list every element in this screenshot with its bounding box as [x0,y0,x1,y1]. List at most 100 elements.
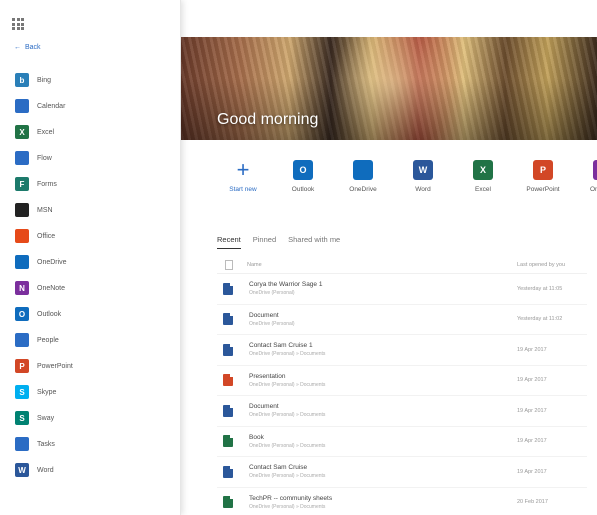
launcher-app-msn[interactable]: MSN [15,197,175,223]
launcher-app-powerpoint[interactable]: P PowerPoint [15,353,175,379]
quick-launch-label: Excel [475,186,491,193]
quick-launch-label: Outlook [291,186,315,193]
word-icon: W [413,160,433,180]
quick-launch-word[interactable]: W Word [393,160,453,193]
document-row[interactable]: Contact Sam Cruise 1 OneDrive (Personal) … [217,335,587,366]
file-type-header-icon [225,260,233,270]
word-icon: W [15,463,29,477]
greeting-heading: Good morning [217,111,319,128]
tab-shared-with-me[interactable]: Shared with me [288,235,340,249]
document-text: Document OneDrive (Personal) [249,312,517,327]
document-location: OneDrive (Personal) [249,320,295,327]
launcher-app-sway[interactable]: S Sway [15,405,175,431]
excel-file-icon [223,496,233,509]
launcher-app-label: Skype [37,388,57,396]
document-location: OneDrive (Personal) » Documents [249,503,326,510]
launcher-app-label: Excel [37,128,55,136]
outlook-icon: O [293,160,313,180]
launcher-app-onenote[interactable]: N OneNote [15,275,175,301]
document-name: Document [249,403,279,411]
document-row[interactable]: Book OneDrive (Personal) » Documents 19 Ap… [217,427,587,457]
launcher-app-skype[interactable]: S Skype [15,379,175,405]
document-location: OneDrive (Personal) » Documents [249,381,326,388]
document-row[interactable]: Corya the Warrior Sage 1 OneDrive (Person… [217,274,587,305]
document-location: OneDrive (Personal) » Documents [249,412,326,419]
back-arrow-icon: ← [14,44,21,51]
document-row[interactable]: Document OneDrive (Personal) Yesterday at … [217,305,587,335]
launcher-app-people[interactable]: People [15,327,175,353]
people-icon [15,333,29,347]
top-bar [181,0,597,37]
launcher-app-label: People [37,336,59,344]
quick-launch-row: + Start new O Outlook OneDrive W Word X Excel P Po… [213,157,597,193]
quick-launch-onedrive[interactable]: OneDrive [333,160,393,193]
powerpoint-file-icon [223,374,233,387]
skype-icon: S [15,385,29,399]
document-last-opened: Yesterday at 11:05 [517,285,563,292]
document-name: Corya the Warrior Sage 1 [249,281,323,289]
column-header-name[interactable]: Name [217,262,517,268]
launcher-app-word[interactable]: W Word [15,457,175,483]
excel-icon: X [15,125,29,139]
document-location: OneDrive (Personal) » Documents [249,351,326,358]
launcher-app-forms[interactable]: F Forms [15,171,175,197]
launcher-app-excel[interactable]: X Excel [15,119,175,145]
back-button[interactable]: ← Back [14,44,41,51]
launcher-app-label: PowerPoint [37,362,73,370]
launcher-app-outlook[interactable]: O Outlook [15,301,175,327]
launcher-app-label: Flow [37,154,52,162]
launcher-app-label: Office [37,232,56,240]
document-location: OneDrive (Personal) » Documents [249,473,326,480]
document-tabs: Recent Pinned Shared with me [217,235,340,249]
quick-launch-excel[interactable]: X Excel [453,160,513,193]
document-text: Contact Sam Cruise OneDrive (Personal) » … [249,464,517,479]
launcher-app-calendar[interactable]: Calendar [15,93,175,119]
sway-icon: S [15,411,29,425]
app-list: b Bing Calendar X Excel Flow F Forms MSN Office On… [15,67,175,483]
document-last-opened: Yesterday at 11:02 [517,316,563,323]
document-name: Presentation [249,372,286,380]
quick-launch-label: Start new [229,186,257,193]
quick-launch-outlook[interactable]: O Outlook [273,160,333,193]
document-text: Corya the Warrior Sage 1 OneDrive (Person… [249,281,517,296]
launcher-app-label: Forms [37,180,57,188]
document-row[interactable]: Presentation OneDrive (Personal) » Docume… [217,366,587,396]
launcher-app-onedrive[interactable]: OneDrive [15,249,175,275]
document-last-opened: 19 Apr 2017 [517,346,547,353]
document-row[interactable]: Document OneDrive (Personal) » Documents 1… [217,396,587,427]
app-launcher-waffle-icon[interactable] [12,18,24,30]
office-icon [15,229,29,243]
calendar-icon [15,99,29,113]
document-name: Book [249,433,264,441]
word-file-icon [223,465,233,478]
hero-banner: Good morning [181,37,597,140]
launcher-app-label: OneDrive [37,258,67,266]
document-last-opened: 19 Apr 2017 [517,377,547,384]
back-label: Back [25,44,41,51]
plus-icon: + [236,157,250,182]
list-header: Name Last opened by you [217,256,587,274]
launcher-app-label: Sway [37,414,55,422]
onedrive-icon [353,160,373,180]
quick-launch-start-new[interactable]: + Start new [213,157,273,193]
launcher-app-label: Tasks [37,440,55,448]
main-content: Good morning + Start new O Outlook OneDrive W… [181,0,597,515]
tab-recent[interactable]: Recent [217,235,241,249]
launcher-app-tasks[interactable]: Tasks [15,431,175,457]
powerpoint-icon: P [533,160,553,180]
launcher-app-bing[interactable]: b Bing [15,67,175,93]
document-last-opened: 20 Feb 2017 [517,499,548,506]
excel-icon: X [473,160,493,180]
bing-icon: b [15,73,29,87]
document-row[interactable]: TechPR -- community sheets OneDrive (Pers… [217,488,587,515]
launcher-app-office[interactable]: Office [15,223,175,249]
document-row[interactable]: Contact Sam Cruise OneDrive (Personal) » … [217,457,587,488]
quick-launch-onenote[interactable]: N OneNote [573,160,597,193]
tab-pinned[interactable]: Pinned [253,235,276,249]
launcher-app-label: OneNote [37,284,66,292]
column-header-last-opened[interactable]: Last opened by you [517,262,587,268]
onedrive-icon [15,255,29,269]
quick-launch-powerpoint[interactable]: P PowerPoint [513,160,573,193]
word-file-icon [223,282,233,295]
launcher-app-flow[interactable]: Flow [15,145,175,171]
